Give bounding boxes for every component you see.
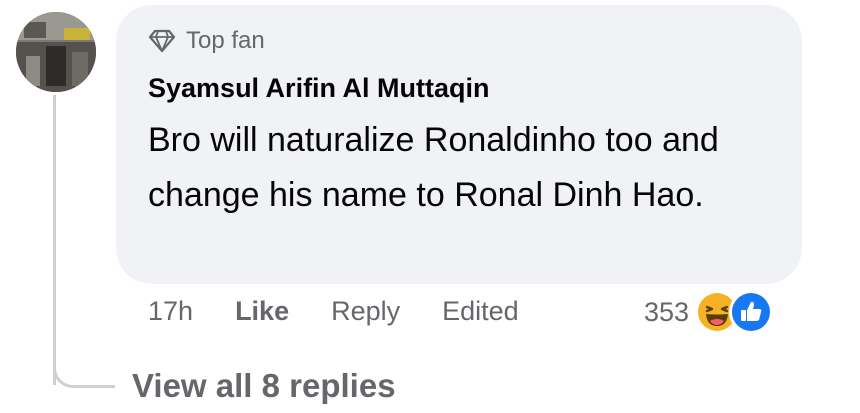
- reaction-count[interactable]: 353: [644, 297, 689, 328]
- comment-actions: 17h Like Reply Edited: [148, 296, 519, 327]
- reply-button[interactable]: Reply: [331, 296, 400, 327]
- reactions-summary[interactable]: 353: [644, 290, 774, 334]
- top-fan-badge: Top fan: [148, 27, 265, 55]
- thread-connector: [53, 360, 115, 388]
- edited-label[interactable]: Edited: [442, 296, 519, 327]
- diamond-icon: [148, 29, 176, 53]
- comment-timestamp[interactable]: 17h: [148, 296, 193, 327]
- avatar[interactable]: [16, 12, 96, 92]
- comment-thread: Top fan Syamsul Arifin Al Muttaqin Bro w…: [0, 0, 860, 413]
- comment-text: Bro will naturalize Ronaldinho too and c…: [148, 121, 719, 214]
- badge-label: Top fan: [186, 27, 265, 54]
- thread-line: [53, 95, 56, 385]
- like-icon: [729, 290, 774, 334]
- view-all-replies-link[interactable]: View all 8 replies: [132, 367, 396, 405]
- comment-author[interactable]: Syamsul Arifin Al Muttaqin: [148, 73, 490, 104]
- like-button[interactable]: Like: [235, 296, 289, 327]
